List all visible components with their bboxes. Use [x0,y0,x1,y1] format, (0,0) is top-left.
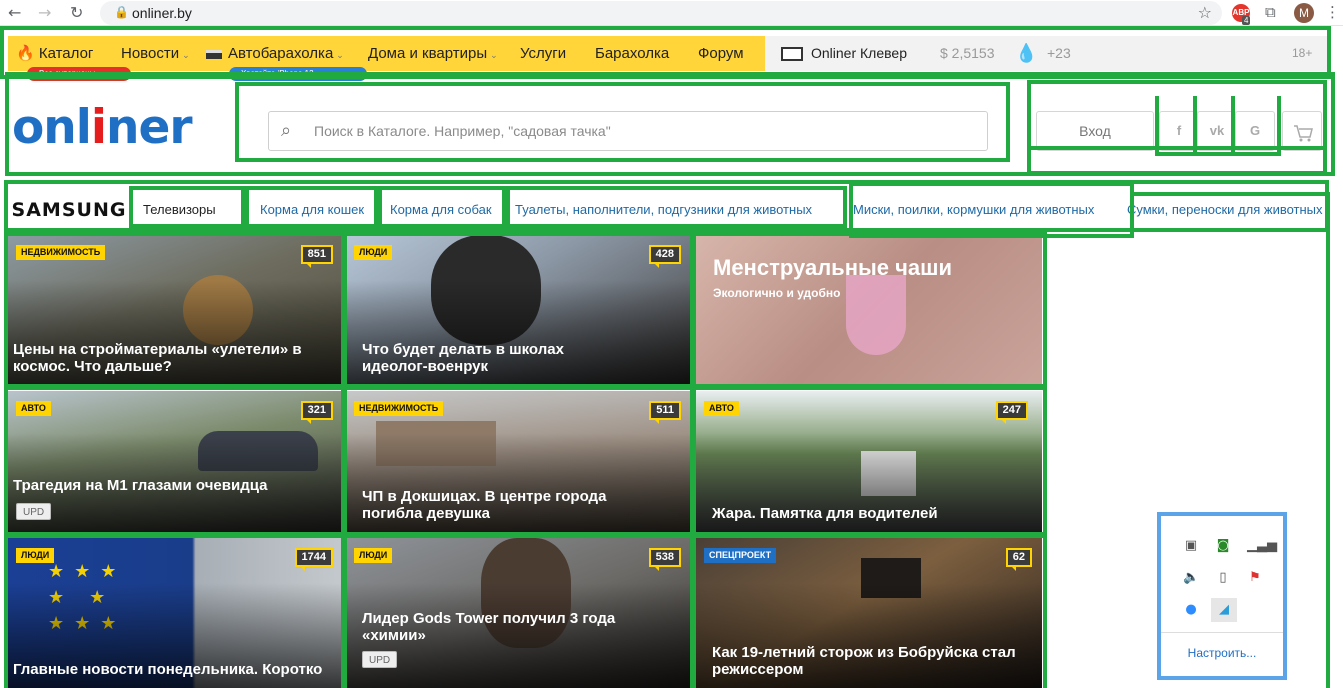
annotation-box [4,232,345,388]
annotation-box [4,386,345,536]
annotation-box [343,386,694,536]
annotation-box [129,186,245,228]
bookmark-star-icon[interactable]: ☆ [1198,3,1212,22]
extensions-puzzle-icon[interactable]: ⧉ [1265,3,1276,21]
lock-icon: 🔒 [114,5,129,19]
annotation-box [506,186,847,228]
annotation-box [1193,96,1233,156]
annotation-box [235,82,1010,162]
annotation-box [1155,96,1195,156]
annotation-box [245,186,378,228]
browser-toolbar: ← → ↻ 🔒 onliner.by ☆ ABP 4 ⧉ M ⋮ [0,0,1343,26]
annotation-box [1130,192,1330,232]
annotation-box [692,534,1047,688]
annotation-box [692,232,1047,388]
profile-avatar[interactable]: M [1294,3,1314,23]
annotation-box [343,534,694,688]
annotation-box [849,182,1134,238]
annotation-box [692,386,1047,536]
back-icon[interactable]: ← [8,3,21,23]
browser-menu-icon[interactable]: ⋮ [1325,3,1340,21]
url-text: onliner.by [132,5,192,21]
annotation-box [378,186,506,228]
annotation-box [343,232,694,388]
extension-badge: 4 [1242,16,1251,25]
forward-icon[interactable]: → [38,3,51,23]
address-bar[interactable]: 🔒 onliner.by ☆ [100,1,1222,25]
annotation-box [1045,232,1330,688]
annotation-box [4,534,345,688]
reload-icon[interactable]: ↻ [70,3,83,23]
annotation-box [1231,96,1281,156]
